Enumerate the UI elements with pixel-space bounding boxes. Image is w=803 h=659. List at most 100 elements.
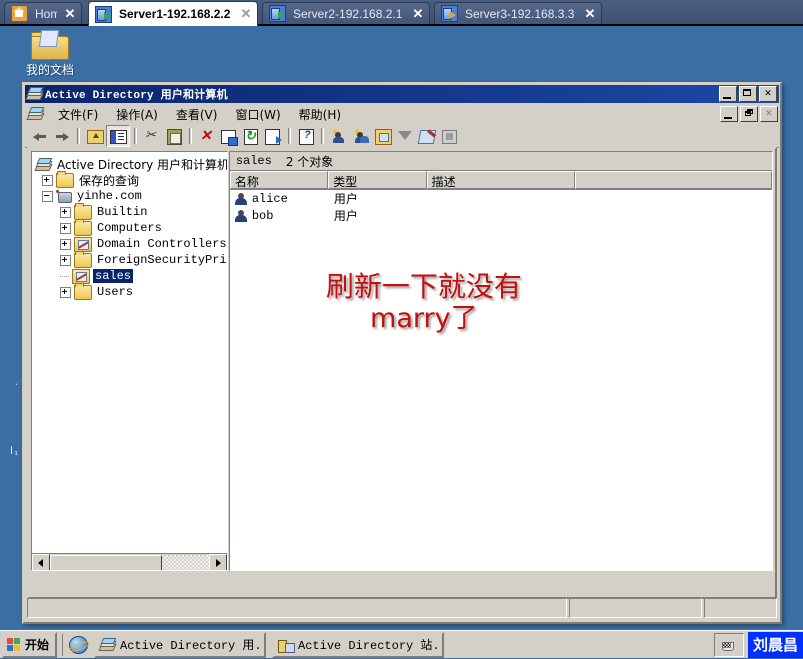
desktop-icon-my-documents[interactable]: 我的文档 bbox=[20, 30, 80, 78]
forward-icon[interactable] bbox=[51, 126, 73, 146]
toolbar-separator bbox=[134, 128, 137, 144]
server-icon bbox=[269, 5, 286, 22]
tree-node-domain[interactable]: yinhe.com bbox=[36, 188, 227, 204]
expander-icon[interactable] bbox=[60, 222, 71, 234]
browser-tab-home[interactable]: Home ✕ bbox=[4, 2, 82, 24]
close-icon[interactable]: ✕ bbox=[239, 7, 253, 21]
table-row[interactable]: bob 用户 bbox=[230, 207, 772, 224]
console-tree-pane[interactable]: Active Directory 用户和计算机 保存的查询 yinhe.com bbox=[31, 151, 228, 571]
menu-item-file[interactable]: 文件(F) bbox=[49, 104, 107, 125]
menu-bar: 文件(F) 操作(A) 查看(V) 窗口(W) 帮助(H) ✕ bbox=[25, 104, 779, 124]
toolbar-separator bbox=[321, 128, 324, 144]
status-bar bbox=[27, 598, 777, 618]
help-icon[interactable] bbox=[295, 126, 317, 146]
expander-icon[interactable] bbox=[42, 190, 53, 202]
child-minimize-button[interactable] bbox=[720, 106, 738, 122]
back-icon[interactable] bbox=[29, 126, 51, 146]
tab-label: Server1-192.168.2.2 bbox=[119, 7, 231, 21]
delete-icon[interactable] bbox=[196, 126, 218, 146]
user-name-badge: 刘晨昌 bbox=[747, 631, 803, 658]
close-button[interactable]: ✕ bbox=[759, 86, 777, 102]
tree-node-sales[interactable]: sales bbox=[36, 268, 227, 284]
taskbar-button-ad-users[interactable]: Active Directory 用... bbox=[94, 631, 267, 658]
filter-icon[interactable] bbox=[394, 126, 416, 146]
browser-tab-server1[interactable]: Server1-192.168.2.2 ✕ bbox=[88, 1, 258, 26]
browser-tab-server3[interactable]: Server3-192.168.3.3 ✕ bbox=[434, 2, 602, 24]
tab-label: Server2-192.168.2.1 bbox=[293, 6, 403, 21]
tree-node-domain-controllers[interactable]: Domain Controllers bbox=[36, 236, 227, 252]
toolbar: ✦ ✦ bbox=[25, 125, 779, 148]
column-header-description[interactable]: 描述 bbox=[426, 171, 576, 189]
domain-icon bbox=[56, 189, 72, 203]
folder-icon bbox=[74, 218, 92, 236]
server-icon bbox=[441, 5, 458, 22]
tree-node-console-root[interactable]: Active Directory 用户和计算机 bbox=[34, 156, 227, 172]
column-header-type[interactable]: 类型 bbox=[328, 171, 427, 189]
properties-icon[interactable] bbox=[218, 126, 240, 146]
home-icon bbox=[11, 5, 28, 22]
my-documents-folder-icon bbox=[31, 30, 69, 60]
maximize-button[interactable] bbox=[739, 86, 757, 102]
column-header-filler[interactable] bbox=[575, 171, 772, 189]
export-list-icon[interactable] bbox=[262, 126, 284, 146]
desktop-stray-mark: · bbox=[14, 380, 20, 390]
refresh-icon[interactable] bbox=[240, 126, 262, 146]
new-group-icon[interactable]: ✦ bbox=[350, 126, 372, 146]
start-button-label: 开始 bbox=[25, 638, 50, 652]
window-title-bar[interactable]: Active Directory 用户和计算机 ✕ bbox=[25, 85, 779, 103]
expander-icon[interactable] bbox=[60, 238, 71, 250]
minimize-button[interactable] bbox=[719, 86, 737, 102]
menu-item-action[interactable]: 操作(A) bbox=[107, 104, 167, 125]
scroll-left-icon[interactable] bbox=[32, 553, 50, 570]
child-restore-button[interactable] bbox=[740, 106, 758, 122]
menu-item-help[interactable]: 帮助(H) bbox=[290, 104, 350, 125]
internet-explorer-icon[interactable] bbox=[69, 635, 89, 654]
tree-node-computers[interactable]: Computers bbox=[36, 218, 227, 236]
columns-icon[interactable] bbox=[438, 126, 460, 146]
tree-horizontal-scrollbar[interactable] bbox=[32, 553, 227, 570]
close-icon[interactable]: ✕ bbox=[411, 7, 425, 21]
expander-icon[interactable] bbox=[60, 206, 71, 218]
desktop-stray-text: Ⅰ₁ bbox=[10, 447, 19, 458]
ou-icon bbox=[74, 236, 92, 252]
new-user-icon[interactable]: ✦ bbox=[328, 126, 350, 146]
tree-node-foreign-security-principals[interactable]: ForeignSecurityPrincipal bbox=[36, 250, 227, 268]
mdi-child-window-controls: ✕ bbox=[720, 106, 779, 122]
desktop: 我的文档 · Ⅰ₁ Active Directory 用户和计算机 ✕ 文件(F… bbox=[0, 28, 803, 630]
scrollbar-thumb[interactable] bbox=[50, 554, 162, 570]
menu-item-view[interactable]: 查看(V) bbox=[167, 104, 227, 125]
close-icon[interactable]: ✕ bbox=[583, 7, 597, 21]
expander-icon[interactable] bbox=[60, 254, 71, 266]
ou-icon bbox=[72, 268, 90, 284]
new-ou-icon[interactable] bbox=[372, 126, 394, 146]
safely-remove-hardware-icon[interactable] bbox=[721, 638, 737, 652]
start-button[interactable]: 开始 bbox=[2, 631, 58, 658]
show-hide-console-tree-icon[interactable] bbox=[106, 125, 130, 147]
close-icon[interactable]: ✕ bbox=[63, 7, 77, 21]
result-list-pane[interactable]: sales 2 个对象 名称 类型 描述 alice 用户 bob 用户 刷新一… bbox=[228, 151, 773, 571]
cut-icon[interactable] bbox=[141, 126, 163, 146]
system-tray bbox=[713, 632, 744, 657]
row-name-text: alice bbox=[251, 191, 288, 206]
find-icon[interactable] bbox=[416, 126, 438, 146]
tree-node-users[interactable]: Users bbox=[36, 282, 227, 300]
expander-icon[interactable] bbox=[42, 174, 53, 186]
expander-icon[interactable] bbox=[60, 286, 71, 298]
cell-name: alice bbox=[230, 192, 330, 206]
window-title: Active Directory 用户和计算机 bbox=[45, 90, 228, 102]
tree-node-saved-queries[interactable]: 保存的查询 bbox=[36, 170, 227, 188]
browser-tab-server2[interactable]: Server2-192.168.2.1 ✕ bbox=[262, 2, 430, 24]
table-row[interactable]: alice 用户 bbox=[230, 190, 772, 207]
scrollbar-track[interactable] bbox=[50, 554, 209, 570]
taskbar-button-ad-sites[interactable]: Active Directory 站... bbox=[272, 631, 445, 658]
paste-icon[interactable] bbox=[163, 126, 185, 146]
tree-node-builtin[interactable]: Builtin bbox=[36, 202, 227, 220]
up-one-level-icon[interactable] bbox=[84, 126, 106, 146]
menu-item-window[interactable]: 窗口(W) bbox=[226, 104, 289, 125]
server-icon bbox=[95, 5, 112, 23]
tree-node-label: yinhe.com bbox=[77, 189, 142, 203]
scroll-right-icon[interactable] bbox=[208, 553, 227, 570]
column-header-name[interactable]: 名称 bbox=[229, 171, 329, 189]
child-close-button[interactable]: ✕ bbox=[760, 106, 778, 122]
status-cell-main bbox=[27, 598, 567, 618]
